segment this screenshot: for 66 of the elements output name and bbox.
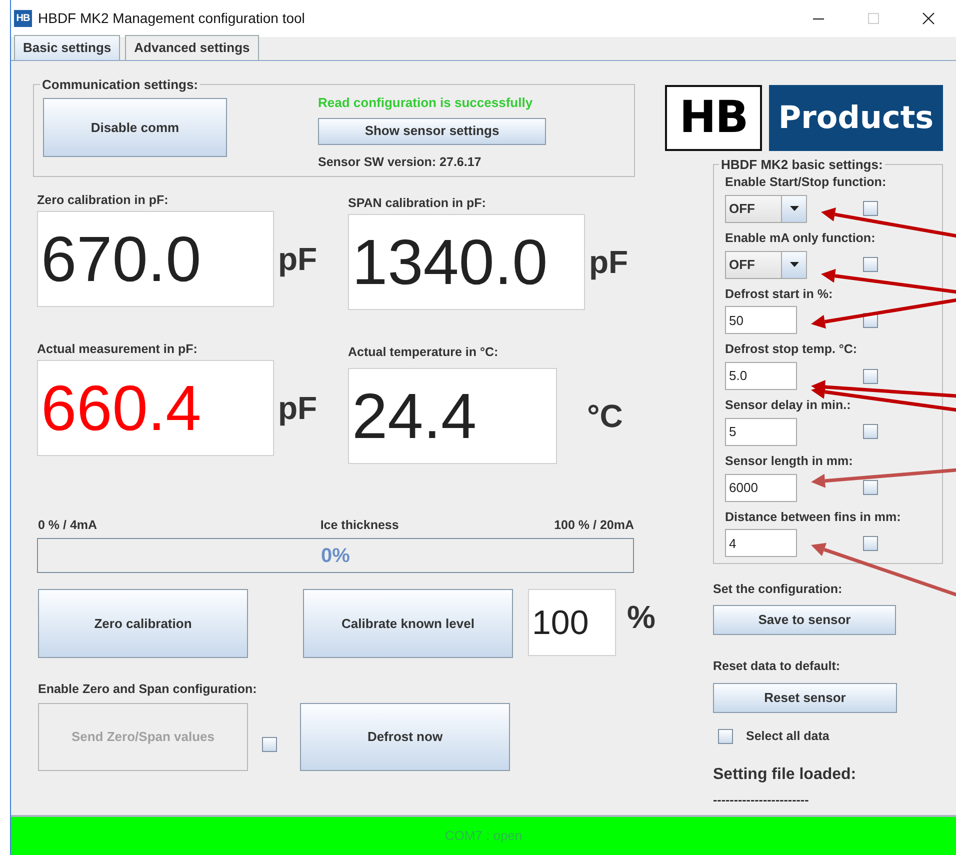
setting-label: Distance between fins in mm:: [725, 508, 901, 526]
input-field[interactable]: 4: [725, 529, 797, 558]
checkbox[interactable]: [863, 480, 878, 495]
checkbox[interactable]: [262, 736, 277, 752]
readout-value: 24.4: [348, 368, 557, 464]
readout-value: 1340.0: [348, 214, 585, 310]
scale-max-label: 100 % / 20mA: [554, 516, 634, 534]
section-label: Set the configuration:: [713, 581, 844, 598]
checkbox[interactable]: [863, 424, 878, 440]
known-level-field[interactable]: 100: [528, 589, 616, 656]
setting-label: Defrost stop temp. °C:: [725, 341, 858, 358]
checkbox[interactable]: [718, 728, 733, 744]
setting-label: Sensor length in mm:: [725, 452, 853, 470]
zero-calibration-button[interactable]: Zero calibration: [38, 589, 248, 658]
input-field[interactable]: 6000: [725, 474, 797, 502]
unit-label: pF: [589, 242, 628, 282]
dropdown[interactable]: OFF: [725, 250, 807, 278]
unit-label: pF: [278, 240, 318, 279]
tab[interactable]: Basic settings: [14, 34, 120, 60]
group-title: HBDF MK2 basic settings:: [720, 158, 884, 171]
checkbox[interactable]: [863, 536, 878, 551]
setting-label: Enable mA only function:: [725, 230, 876, 247]
readout-label: Actual temperature in °C:: [348, 344, 500, 361]
setting-label: Sensor delay in min.:: [725, 397, 851, 414]
checkbox[interactable]: [863, 257, 878, 272]
readout-label: Zero calibration in pF:: [37, 192, 170, 209]
readout-label: Actual measurement in pF:: [37, 340, 198, 358]
group-title: Communication settings:: [41, 78, 200, 91]
input-field[interactable]: 50: [725, 306, 797, 334]
readout-value: 660.4: [37, 360, 274, 456]
readout-label: SPAN calibration in pF:: [348, 195, 487, 212]
unit-label: pF: [278, 388, 318, 428]
reset-sensor-button[interactable]: Reset sensor: [713, 682, 897, 713]
disable-comm-button[interactable]: Disable comm: [43, 98, 227, 157]
input-field[interactable]: 5: [725, 418, 797, 446]
progress-percent: 0%: [321, 544, 350, 569]
show-sensor-settings-button[interactable]: Show sensor settings: [318, 118, 546, 144]
calibrate-known-level-button[interactable]: Calibrate known level: [303, 589, 513, 658]
defrost-now-button[interactable]: Defrost now: [300, 703, 510, 771]
percent-label: %: [627, 598, 656, 638]
caret-icon: [790, 206, 798, 212]
logo-text: HB: [665, 85, 762, 151]
ice-thickness-label: Ice thickness: [320, 516, 399, 534]
input-field[interactable]: 5.0: [725, 362, 797, 390]
scale-min-label: 0 % / 4mA: [38, 516, 98, 534]
status-text: COM7 : open: [444, 827, 522, 846]
logo-text: Products: [769, 85, 943, 151]
setting-file-title: Setting file loaded:: [713, 764, 858, 784]
save-to-sensor-button[interactable]: Save to sensor: [713, 605, 896, 635]
checkbox[interactable]: [863, 368, 878, 384]
dropdown[interactable]: OFF: [725, 194, 807, 223]
setting-label: Defrost start in %:: [725, 286, 833, 302]
readout-value: 670.0: [37, 210, 274, 307]
section-label: Reset data to default:: [713, 658, 842, 675]
checkbox[interactable]: [863, 201, 878, 216]
app-icon: HB: [14, 10, 32, 27]
caret-icon: [790, 262, 798, 267]
status-message: Read configuration is successfully: [318, 94, 533, 112]
setting-file-value: -----------------------: [713, 792, 810, 808]
unit-label: °C: [587, 396, 623, 436]
setting-label: Enable Start/Stop function:: [725, 174, 886, 191]
tab[interactable]: Advanced settings: [125, 34, 259, 60]
version-text: Sensor SW version: 27.6.17: [318, 154, 482, 170]
zero-span-label: Enable Zero and Span configuration:: [38, 681, 258, 698]
select-all-label: Select all data: [746, 728, 830, 745]
window-title: HBDF MK2 Management configuration tool: [38, 9, 305, 28]
